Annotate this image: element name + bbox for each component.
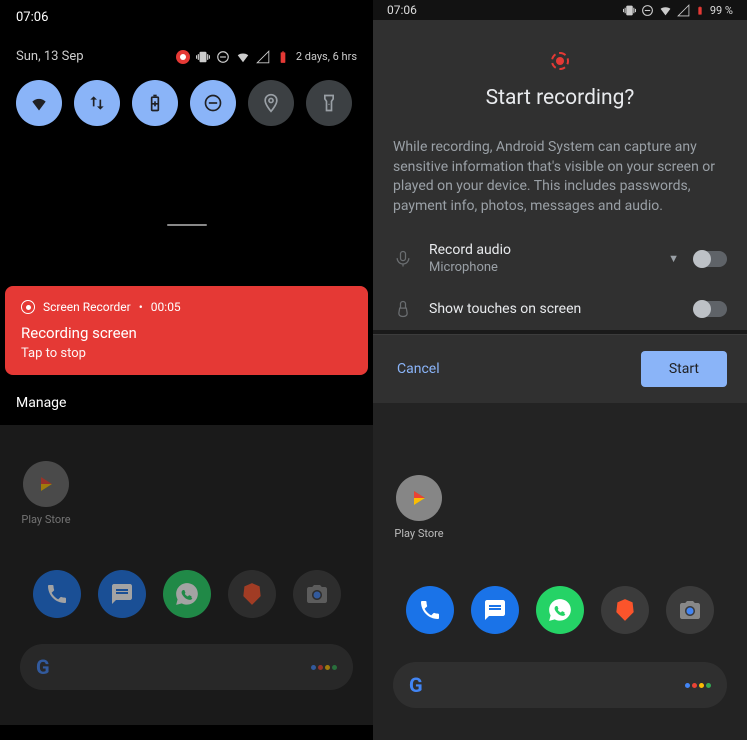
dialog-title: Start recording?	[393, 86, 727, 110]
touch-icon	[393, 299, 413, 319]
show-touches-option[interactable]: Show touches on screen	[393, 289, 727, 329]
date-label[interactable]: Sun, 13 Sep	[16, 49, 84, 64]
home-screen[interactable]: Play Store G	[373, 403, 747, 740]
record-icon	[21, 300, 35, 314]
google-logo-icon: G	[36, 655, 50, 679]
google-logo-icon: G	[409, 673, 423, 697]
play-store-label: Play Store	[389, 527, 449, 540]
camera-icon	[305, 582, 329, 606]
quick-settings-row[interactable]	[0, 72, 373, 134]
data-arrows-icon	[87, 93, 107, 113]
notification-subtitle: Tap to stop	[21, 346, 352, 361]
dock-whatsapp[interactable]	[536, 586, 584, 634]
vibrate-icon	[623, 4, 636, 17]
status-time: 07:06	[387, 3, 417, 17]
record-audio-option[interactable]: Record audio Microphone ▼	[393, 232, 727, 285]
battery-percentage: 99 %	[710, 4, 733, 17]
status-icons-right: 99 %	[623, 4, 733, 17]
phone-icon	[418, 598, 442, 622]
status-bar-row: Sun, 13 Sep 2 days, 6 hrs	[0, 35, 373, 72]
play-store-icon	[23, 461, 69, 507]
phone-icon	[45, 582, 69, 606]
signal-status-icon	[256, 50, 270, 64]
dnd-icon	[203, 93, 223, 113]
play-store-shortcut[interactable]: Play Store	[389, 475, 449, 540]
assistant-icon[interactable]	[311, 665, 337, 670]
cancel-button[interactable]: Cancel	[393, 351, 444, 387]
qs-data-tile[interactable]	[74, 80, 120, 126]
dock-messages[interactable]	[98, 570, 146, 618]
shade-handle[interactable]	[167, 224, 207, 226]
qs-battery-saver-tile[interactable]	[132, 80, 178, 126]
record-audio-toggle[interactable]	[695, 251, 727, 267]
search-bar[interactable]: G	[393, 662, 727, 708]
wifi-icon	[29, 93, 49, 113]
flashlight-icon	[319, 93, 339, 113]
screenshot-right: 07:06 99 % Start recording? While record…	[373, 0, 747, 740]
dock-brave[interactable]	[601, 586, 649, 634]
notification-header: Screen Recorder • 00:05	[21, 300, 352, 314]
dnd-status-icon	[641, 4, 654, 17]
wifi-status-icon	[659, 4, 672, 17]
brave-icon	[239, 581, 265, 607]
dropdown-chevron-icon[interactable]: ▼	[668, 252, 679, 265]
battery-status-icon	[695, 4, 705, 17]
battery-text: 2 days, 6 hrs	[296, 50, 357, 63]
notification-shade[interactable]: 07:06 Sun, 13 Sep 2 days, 6 hrs	[0, 0, 373, 280]
qs-wifi-tile[interactable]	[16, 80, 62, 126]
whatsapp-icon	[174, 581, 200, 607]
location-icon	[261, 93, 281, 113]
status-bar: 07:06 99 %	[373, 0, 747, 20]
recording-notification[interactable]: Screen Recorder • 00:05 Recording screen…	[5, 286, 368, 375]
whatsapp-icon	[547, 597, 573, 623]
dock-phone[interactable]	[33, 570, 81, 618]
notification-title: Recording screen	[21, 324, 352, 342]
home-screen-dimmed: Play Store G	[0, 425, 373, 725]
manage-button[interactable]: Manage	[0, 381, 373, 425]
dock-camera[interactable]	[666, 586, 714, 634]
vibrate-icon	[196, 50, 210, 64]
status-icons: 2 days, 6 hrs	[176, 50, 357, 64]
qs-flashlight-tile[interactable]	[306, 80, 352, 126]
messages-icon	[110, 582, 134, 606]
battery-status-icon	[276, 50, 290, 64]
dock	[16, 570, 357, 618]
notification-timer: 00:05	[151, 300, 181, 314]
show-touches-label: Show touches on screen	[429, 301, 679, 317]
play-store-icon	[396, 475, 442, 521]
start-button[interactable]: Start	[641, 351, 727, 387]
search-bar[interactable]: G	[20, 644, 353, 690]
status-time: 07:06	[0, 0, 373, 35]
screen-record-dialog: Start recording? While recording, Androi…	[373, 20, 747, 330]
screenshot-left: 07:06 Sun, 13 Sep 2 days, 6 hrs	[0, 0, 373, 740]
notification-app-name: Screen Recorder	[43, 300, 131, 314]
dialog-body: While recording, Android System can capt…	[393, 138, 727, 216]
camera-icon	[678, 598, 702, 622]
qs-dnd-tile[interactable]	[190, 80, 236, 126]
brave-icon	[612, 597, 638, 623]
dock-camera[interactable]	[293, 570, 341, 618]
dock-phone[interactable]	[406, 586, 454, 634]
dock-brave[interactable]	[228, 570, 276, 618]
assistant-icon[interactable]	[685, 683, 711, 688]
microphone-icon	[393, 249, 413, 269]
play-store-shortcut[interactable]: Play Store	[16, 461, 76, 526]
dock	[389, 586, 731, 634]
wifi-status-icon	[236, 50, 250, 64]
dock-whatsapp[interactable]	[163, 570, 211, 618]
battery-saver-icon	[145, 93, 165, 113]
record-audio-label: Record audio	[429, 242, 652, 258]
signal-status-icon	[677, 4, 690, 17]
play-store-label: Play Store	[16, 513, 76, 526]
messages-icon	[483, 598, 507, 622]
notification-separator: •	[139, 300, 143, 314]
dnd-status-icon	[216, 50, 230, 64]
recording-indicator-icon	[176, 50, 190, 64]
show-touches-toggle[interactable]	[695, 301, 727, 317]
dialog-actions: Cancel Start	[373, 334, 747, 403]
qs-location-tile[interactable]	[248, 80, 294, 126]
record-audio-source: Microphone	[429, 260, 652, 275]
record-icon	[551, 52, 569, 70]
dock-messages[interactable]	[471, 586, 519, 634]
